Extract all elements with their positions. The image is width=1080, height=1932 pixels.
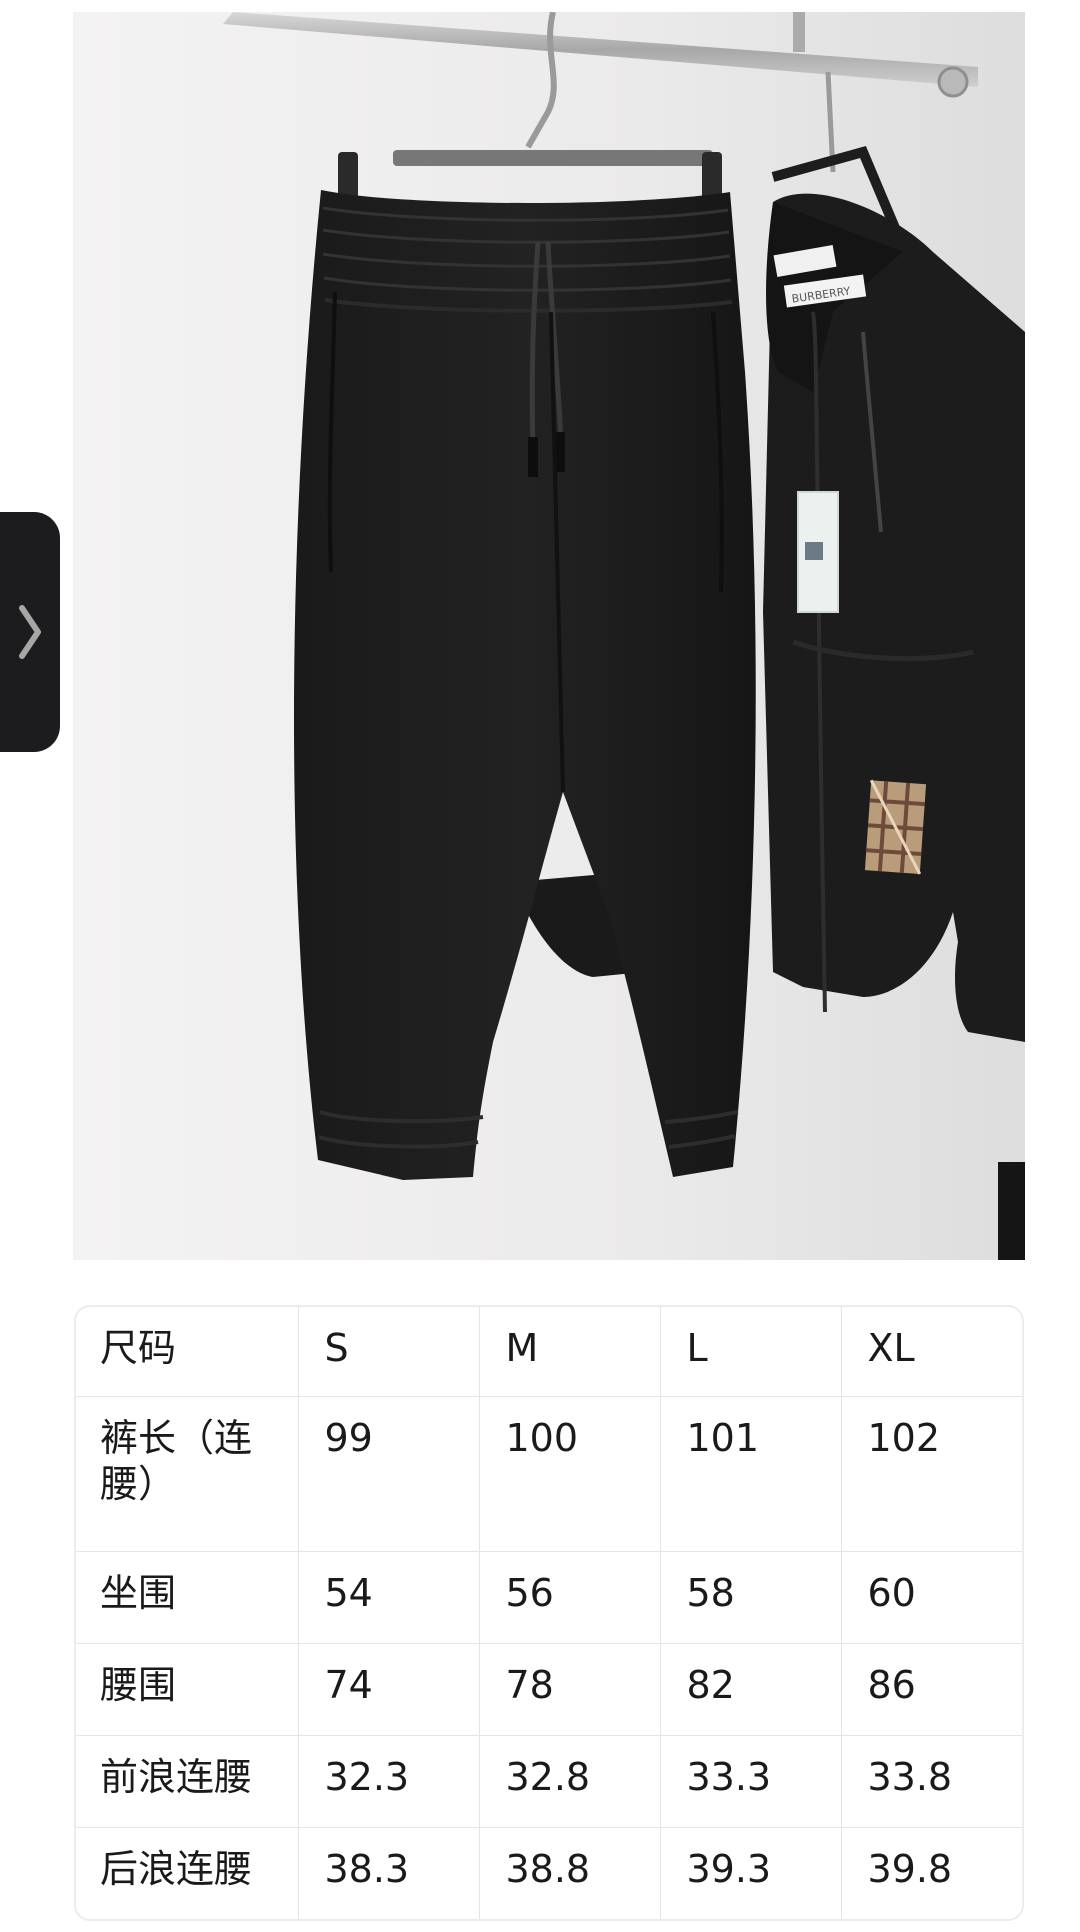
size-chart-table: 尺码 S M L XL 裤长（连腰） 99 100 101 102 坐围 54 … (76, 1307, 1022, 1919)
table-cell: 33.3 (660, 1735, 842, 1828)
table-cell: 74 (298, 1643, 480, 1736)
table-cell: 32.8 (479, 1735, 661, 1828)
product-detail-page: BURBERRY 尺码 S M L XL 裤长（连腰） 99 100 101 1… (0, 0, 1080, 1932)
size-chart-header-row: 尺码 S M L XL (76, 1307, 1022, 1397)
table-cell: 38.3 (298, 1827, 480, 1919)
table-cell: 78 (479, 1643, 661, 1736)
table-cell: 38.8 (479, 1827, 661, 1919)
row-label: 腰围 (76, 1643, 299, 1736)
table-row: 腰围 74 78 82 86 (76, 1643, 1022, 1736)
table-cell: 82 (660, 1643, 842, 1736)
table-cell: 86 (841, 1643, 1022, 1736)
row-label: 坐围 (76, 1551, 299, 1644)
table-cell: 39.3 (660, 1827, 842, 1919)
table-cell: 39.8 (867, 1846, 953, 1891)
chevron-right-icon (19, 605, 41, 659)
table-cell: 56 (479, 1551, 661, 1644)
header-cell-size: L (660, 1307, 842, 1397)
table-row: 坐围 54 56 58 60 (76, 1551, 1022, 1644)
table-cell: 100 (479, 1396, 661, 1552)
table-row: 后浪连腰 38.3 38.8 39.3 39.8 (76, 1827, 1022, 1919)
table-cell: 58 (660, 1551, 842, 1644)
row-label: 裤长（连腰） (76, 1396, 299, 1552)
size-chart: 尺码 S M L XL 裤长（连腰） 99 100 101 102 坐围 54 … (74, 1305, 1024, 1921)
table-cell: 32.3 (298, 1735, 480, 1828)
header-cell-size: S (298, 1307, 480, 1397)
table-cell: 101 (660, 1396, 842, 1552)
table-cell: 99 (298, 1396, 480, 1552)
product-photo[interactable]: BURBERRY (73, 12, 1025, 1260)
row-label: 前浪连腰 (76, 1735, 299, 1828)
gallery-next-button[interactable] (0, 512, 60, 752)
header-cell-label: 尺码 (76, 1307, 299, 1397)
table-cell: 60 (841, 1551, 1022, 1644)
table-row: 裤长（连腰） 99 100 101 102 (76, 1396, 1022, 1552)
table-cell: 54 (298, 1551, 480, 1644)
header-cell-size: XL (841, 1307, 1022, 1397)
row-label: 后浪连腰 (76, 1827, 299, 1919)
product-photo-illustration: BURBERRY (73, 12, 1025, 1260)
table-cell: 102 (841, 1396, 1022, 1552)
table-row: 前浪连腰 32.3 32.8 33.3 33.8 (76, 1735, 1022, 1828)
header-cell-size: M (479, 1307, 661, 1397)
table-cell: 33.8 (841, 1735, 1022, 1828)
